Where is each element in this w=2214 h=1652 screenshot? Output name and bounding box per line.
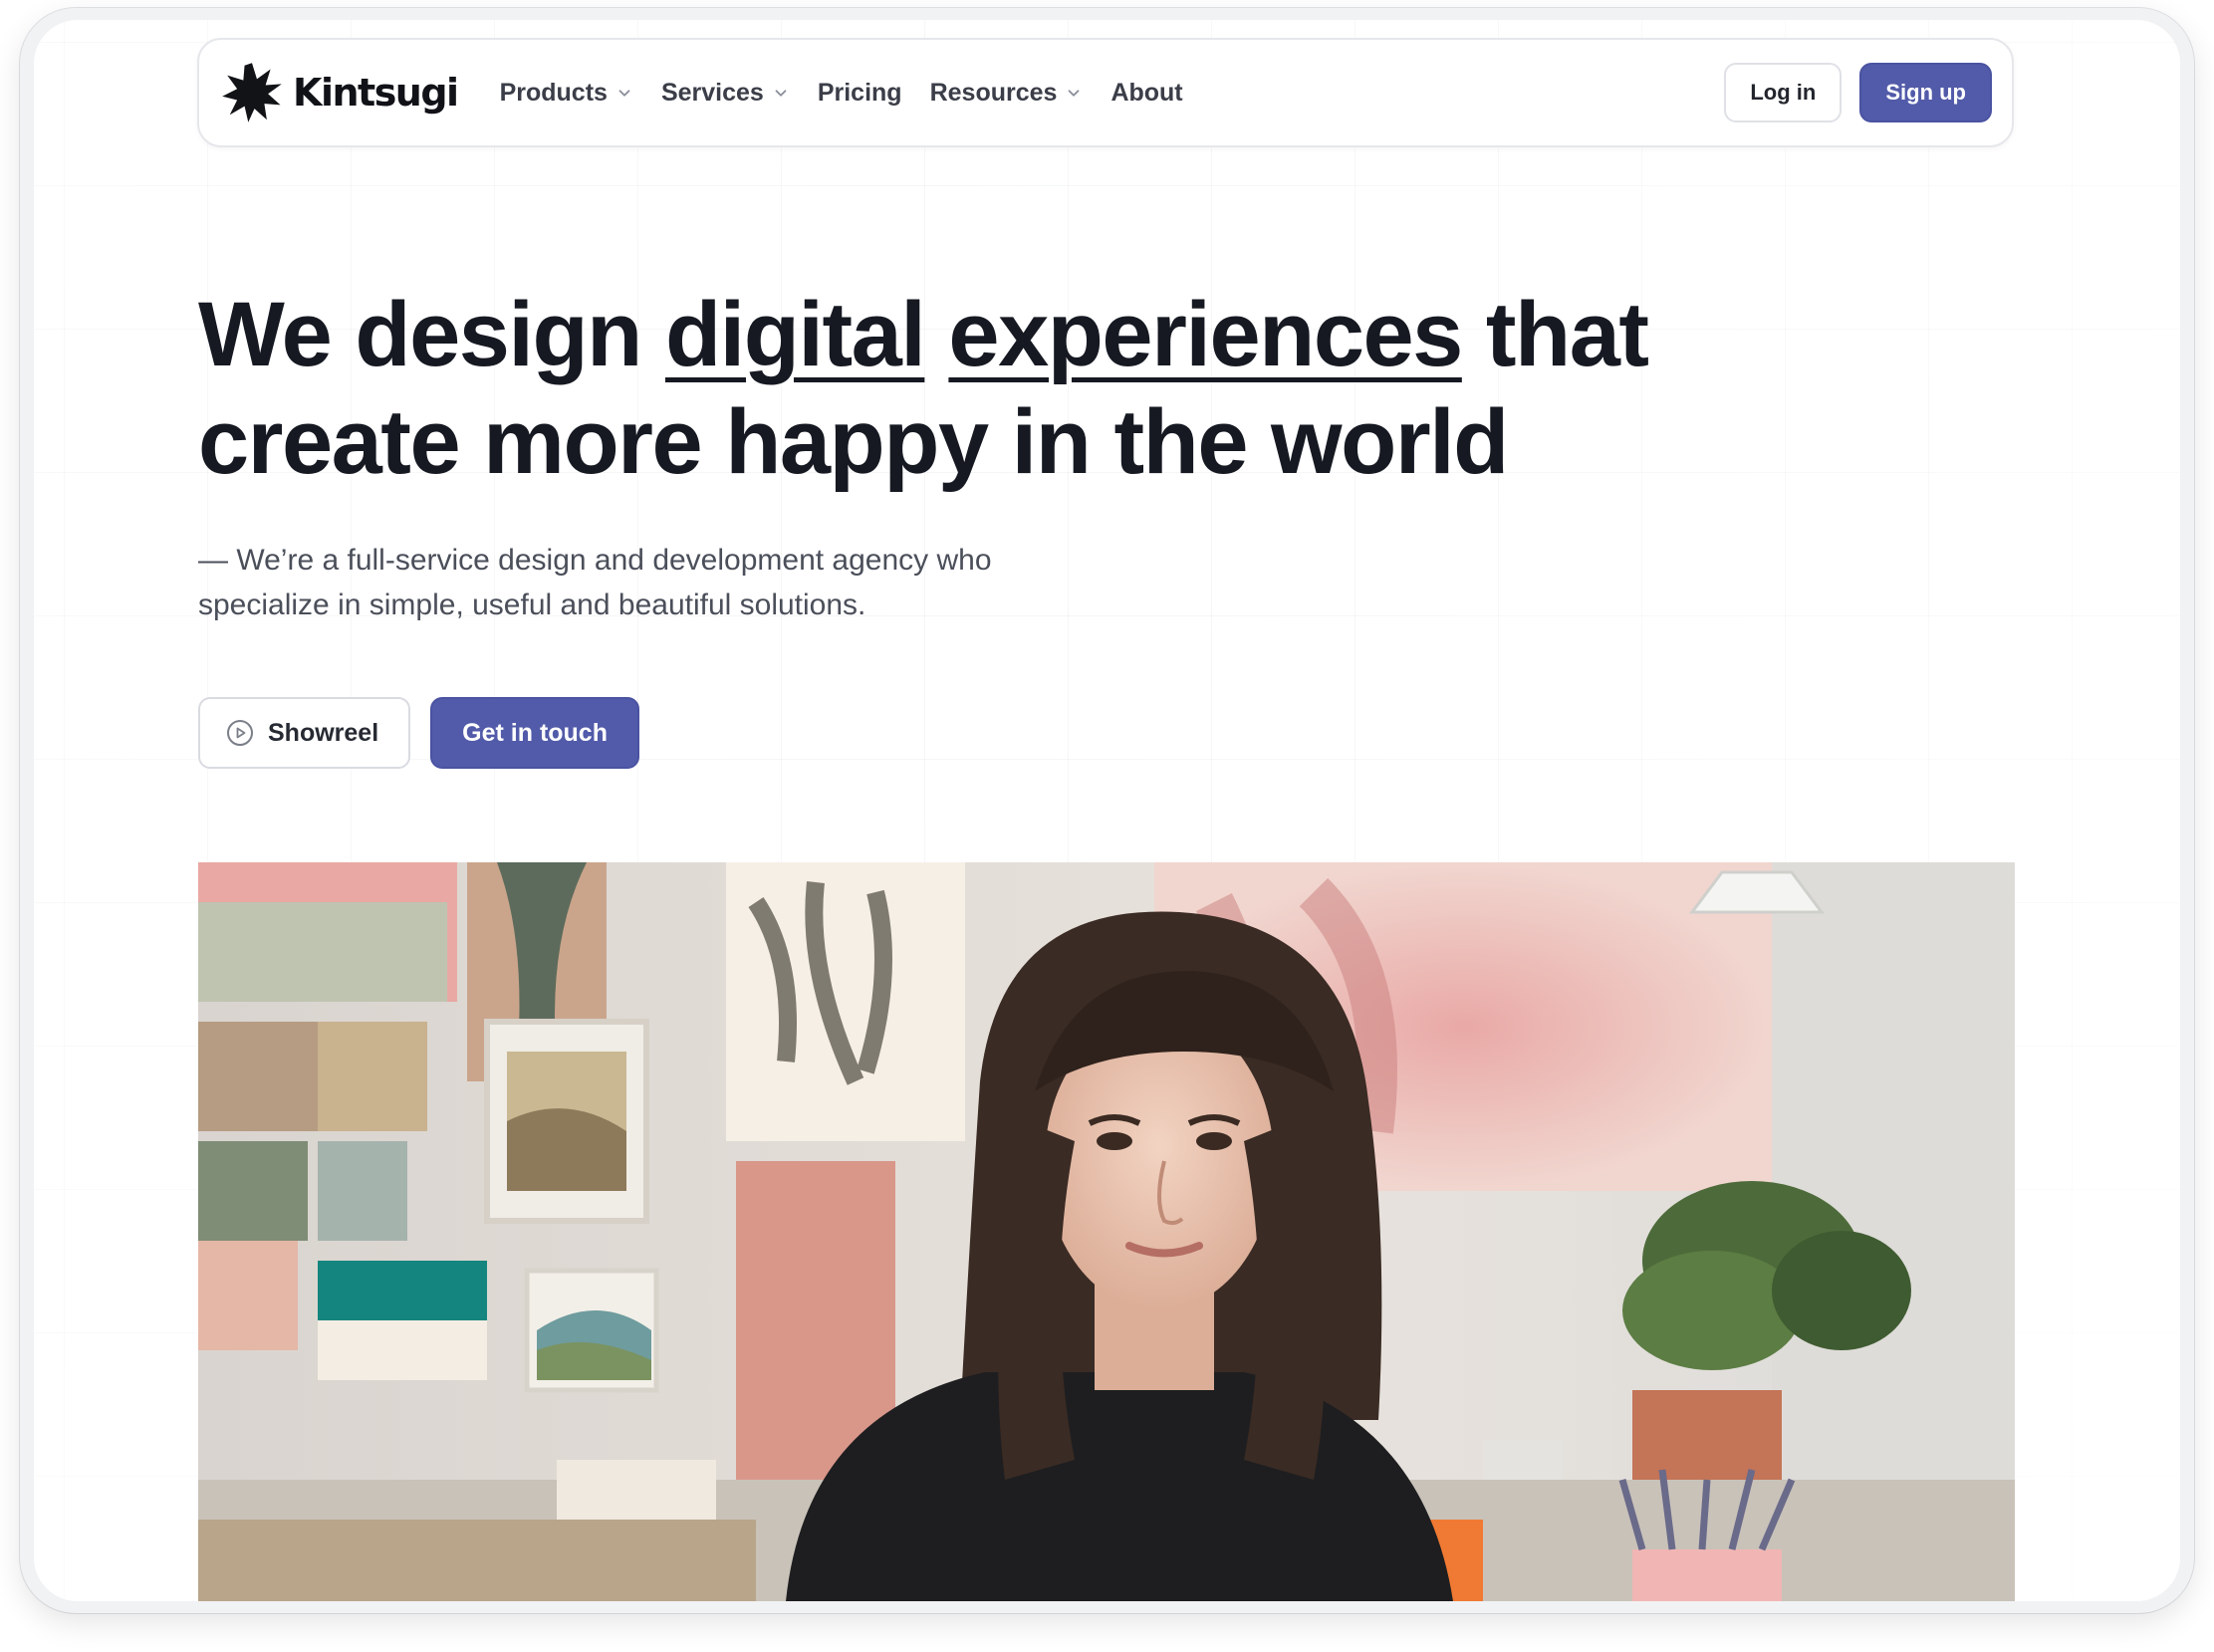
nav-item-resources[interactable]: Resources	[930, 79, 1084, 108]
auth-actions: Log in Sign up	[1724, 63, 1992, 122]
nav-item-label: Products	[499, 78, 608, 107]
top-navigation: Kintsugi Products Services Pricing Resou…	[197, 38, 2014, 147]
main-menu: Products Services Pricing Resources Abou…	[500, 79, 1183, 108]
nav-item-label: About	[1110, 78, 1183, 107]
nav-item-services[interactable]: Services	[661, 79, 790, 108]
nav-item-label: Pricing	[817, 78, 902, 107]
headline-text	[924, 284, 948, 385]
login-button[interactable]: Log in	[1724, 63, 1843, 122]
nav-item-about[interactable]: About	[1110, 79, 1182, 108]
nav-item-label: Resources	[929, 78, 1058, 107]
showreel-button[interactable]: Showreel	[198, 697, 411, 769]
photo-illustration	[198, 862, 2015, 1601]
brand-name: Kintsugi	[293, 71, 459, 115]
chevron-down-icon	[618, 90, 630, 97]
hero-headline: We design digital experiences that creat…	[198, 281, 1891, 496]
chevron-down-icon	[1069, 90, 1080, 97]
nav-item-label: Services	[660, 78, 764, 107]
nav-item-products[interactable]: Products	[500, 79, 633, 108]
play-circle-icon	[227, 720, 253, 746]
headline-text: We design	[198, 284, 665, 385]
nav-item-pricing[interactable]: Pricing	[818, 79, 902, 108]
get-in-touch-button[interactable]: Get in touch	[430, 697, 639, 769]
browser-viewport: Kintsugi Products Services Pricing Resou…	[34, 20, 2180, 1601]
chevron-down-icon	[775, 90, 787, 97]
device-frame: Kintsugi Products Services Pricing Resou…	[20, 8, 2194, 1613]
headline-underlined-experiences: experiences	[948, 284, 1463, 385]
showreel-label: Showreel	[268, 718, 379, 747]
starburst-icon	[222, 63, 282, 122]
headline-underlined-digital: digital	[664, 284, 926, 385]
brand-logo[interactable]: Kintsugi	[221, 62, 459, 123]
woman-in-studio-photo	[198, 862, 2015, 1601]
hero-actions: Showreel Get in touch	[198, 697, 639, 769]
signup-button[interactable]: Sign up	[1859, 63, 1992, 122]
hero-subtitle: — We’re a full-service design and develo…	[198, 544, 992, 621]
